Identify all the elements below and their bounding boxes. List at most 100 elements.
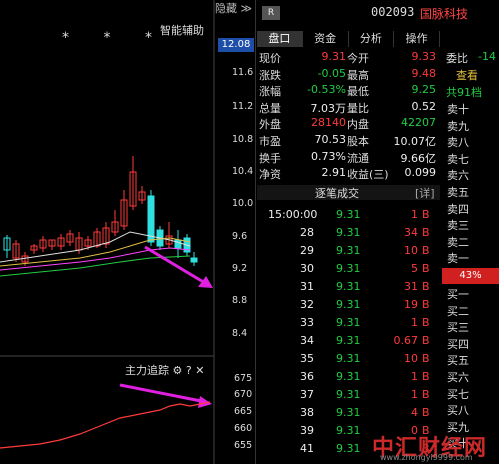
buy-level: 买八 bbox=[447, 404, 469, 418]
settings-icon[interactable]: ⚙ bbox=[173, 364, 183, 377]
buy-level: 买四 bbox=[447, 337, 469, 351]
quote-label: 今开 bbox=[347, 52, 369, 65]
buy-level: 买五 bbox=[447, 354, 469, 368]
trade-d: B bbox=[422, 406, 430, 419]
smart-assist-label[interactable]: 智能辅助 bbox=[160, 22, 204, 38]
sell-level: 卖十 bbox=[447, 103, 469, 116]
quote-value: 0.099 bbox=[404, 166, 437, 180]
trade-p: 9.31 bbox=[336, 334, 361, 347]
trade-t: 35 bbox=[300, 352, 314, 365]
trade-d: B bbox=[422, 262, 430, 275]
price-axis-label: 10.4 bbox=[232, 166, 253, 177]
quote-label: 涨幅 bbox=[259, 85, 281, 99]
quote-label: 量比 bbox=[347, 101, 369, 115]
quote-label: 涨跌 bbox=[259, 68, 281, 82]
annotation-arrow bbox=[119, 383, 207, 404]
trade-p: 9.31 bbox=[336, 442, 361, 455]
annotation-arrowhead bbox=[198, 276, 213, 288]
star-marker: * bbox=[62, 30, 69, 46]
trade-v: 19 bbox=[404, 298, 418, 311]
quote-value: 9.48 bbox=[411, 66, 437, 80]
trade-t: 31 bbox=[300, 280, 314, 293]
sell-level: 卖六 bbox=[447, 169, 469, 183]
trade-row: 37 9.31 1 B bbox=[258, 388, 438, 404]
trade-row: 30 9.31 5 B bbox=[258, 262, 438, 278]
price-axis-label: 10.0 bbox=[232, 198, 253, 209]
quote-value: 28140 bbox=[311, 116, 346, 130]
quote-value: 9.66亿 bbox=[400, 151, 437, 165]
detail-button[interactable]: [详] bbox=[415, 185, 435, 201]
sell-level: 卖三 bbox=[447, 219, 469, 233]
moneyflow-title-text: 主力追踪 bbox=[125, 364, 169, 377]
quote-value: -0.05 bbox=[317, 66, 346, 80]
price-axis-label: 11.2 bbox=[232, 101, 253, 112]
star-marker: * bbox=[103, 30, 111, 46]
trade-d: B bbox=[422, 226, 430, 239]
moneyflow-line bbox=[0, 401, 211, 449]
trade-row: 29 9.31 10 B bbox=[258, 244, 438, 260]
trade-d: B bbox=[422, 208, 430, 221]
trade-p: 9.31 bbox=[336, 424, 361, 437]
current-price-tag: 12.08 bbox=[218, 38, 254, 52]
close-icon[interactable]: ✕ bbox=[195, 364, 204, 377]
tab-operate[interactable]: 操作 bbox=[394, 31, 440, 47]
price-axis-label: 9.2 bbox=[232, 263, 247, 274]
quote-value: 9.31 bbox=[321, 50, 347, 63]
help-icon[interactable]: ? bbox=[186, 364, 192, 377]
trade-t: 37 bbox=[300, 388, 314, 401]
marker-row: * * * bbox=[62, 30, 152, 46]
trade-p: 9.31 bbox=[336, 280, 361, 293]
tab-funds[interactable]: 资金 bbox=[303, 31, 349, 47]
candle-body bbox=[174, 239, 182, 249]
trade-v: 1 bbox=[411, 208, 418, 221]
quote-label: 最低 bbox=[347, 85, 369, 99]
trade-d: B bbox=[422, 298, 430, 311]
kline-chart-area[interactable]: 11.6 11.2 10.8 10.4 10.0 9.6 9.2 8.8 8.4 675 670 66… bbox=[0, 0, 255, 464]
sell-level: 卖一 bbox=[447, 252, 469, 266]
trade-row: 28 9.31 34 B bbox=[258, 226, 438, 242]
quote-label: 市盈 bbox=[259, 135, 281, 148]
trade-row: 32 9.31 19 B bbox=[258, 298, 438, 314]
tab-analysis[interactable]: 分析 bbox=[349, 31, 395, 47]
trade-p: 9.31 bbox=[336, 208, 361, 221]
trade-d: B bbox=[422, 352, 430, 365]
trade-t: 34 bbox=[300, 334, 314, 347]
quote-value: 10.07亿 bbox=[393, 135, 437, 148]
buy-level: 买一 bbox=[447, 288, 469, 301]
trade-t: 30 bbox=[300, 262, 314, 275]
trade-v: 1 bbox=[411, 370, 418, 383]
quote-label: 收益(三) bbox=[347, 168, 389, 182]
hide-panel-button[interactable]: 隐藏 ≫ bbox=[215, 0, 255, 18]
trade-row: 34 9.31 0.67 B bbox=[258, 334, 438, 350]
sell-level: 卖二 bbox=[447, 235, 469, 249]
trade-d: B bbox=[422, 244, 430, 257]
tick-trades-header: 逐笔成交 [详] bbox=[257, 185, 440, 200]
price-axis-label: 9.6 bbox=[232, 231, 247, 242]
trade-t: 15:00:00 bbox=[268, 208, 318, 221]
quote-value: 2.91 bbox=[321, 166, 347, 180]
trade-t: 32 bbox=[300, 298, 314, 311]
buy-level: 买七 bbox=[447, 387, 469, 401]
trade-row: 35 9.31 10 B bbox=[258, 352, 438, 368]
buy-ratio-bar: 43% bbox=[442, 268, 499, 284]
view-button[interactable]: 查看 bbox=[456, 67, 478, 83]
trade-p: 9.31 bbox=[336, 388, 361, 401]
sell-level: 卖八 bbox=[447, 136, 469, 150]
moneyflow-title: 主力追踪 ⚙ ? ✕ bbox=[125, 362, 204, 378]
trade-v: 10 bbox=[404, 244, 418, 257]
stock-name: 国脉科技 bbox=[420, 7, 469, 21]
price-axis-label: 11.6 bbox=[232, 67, 253, 78]
sell-level: 卖四 bbox=[447, 202, 469, 216]
trade-p: 9.31 bbox=[336, 406, 361, 419]
stock-code: 002093 bbox=[371, 5, 415, 19]
tab-handicap[interactable]: 盘口 bbox=[257, 31, 303, 47]
quote-label: 内盘 bbox=[347, 118, 369, 132]
watermark-url: www.zhongyi9999.com bbox=[380, 453, 473, 462]
trade-t: 28 bbox=[300, 226, 314, 239]
trade-p: 9.31 bbox=[336, 298, 361, 311]
trade-v: 31 bbox=[404, 280, 418, 293]
trade-p: 9.31 bbox=[336, 370, 361, 383]
trade-d: B bbox=[422, 316, 430, 329]
quote-label: 净资 bbox=[259, 168, 281, 182]
sell-level: 卖五 bbox=[447, 186, 469, 199]
